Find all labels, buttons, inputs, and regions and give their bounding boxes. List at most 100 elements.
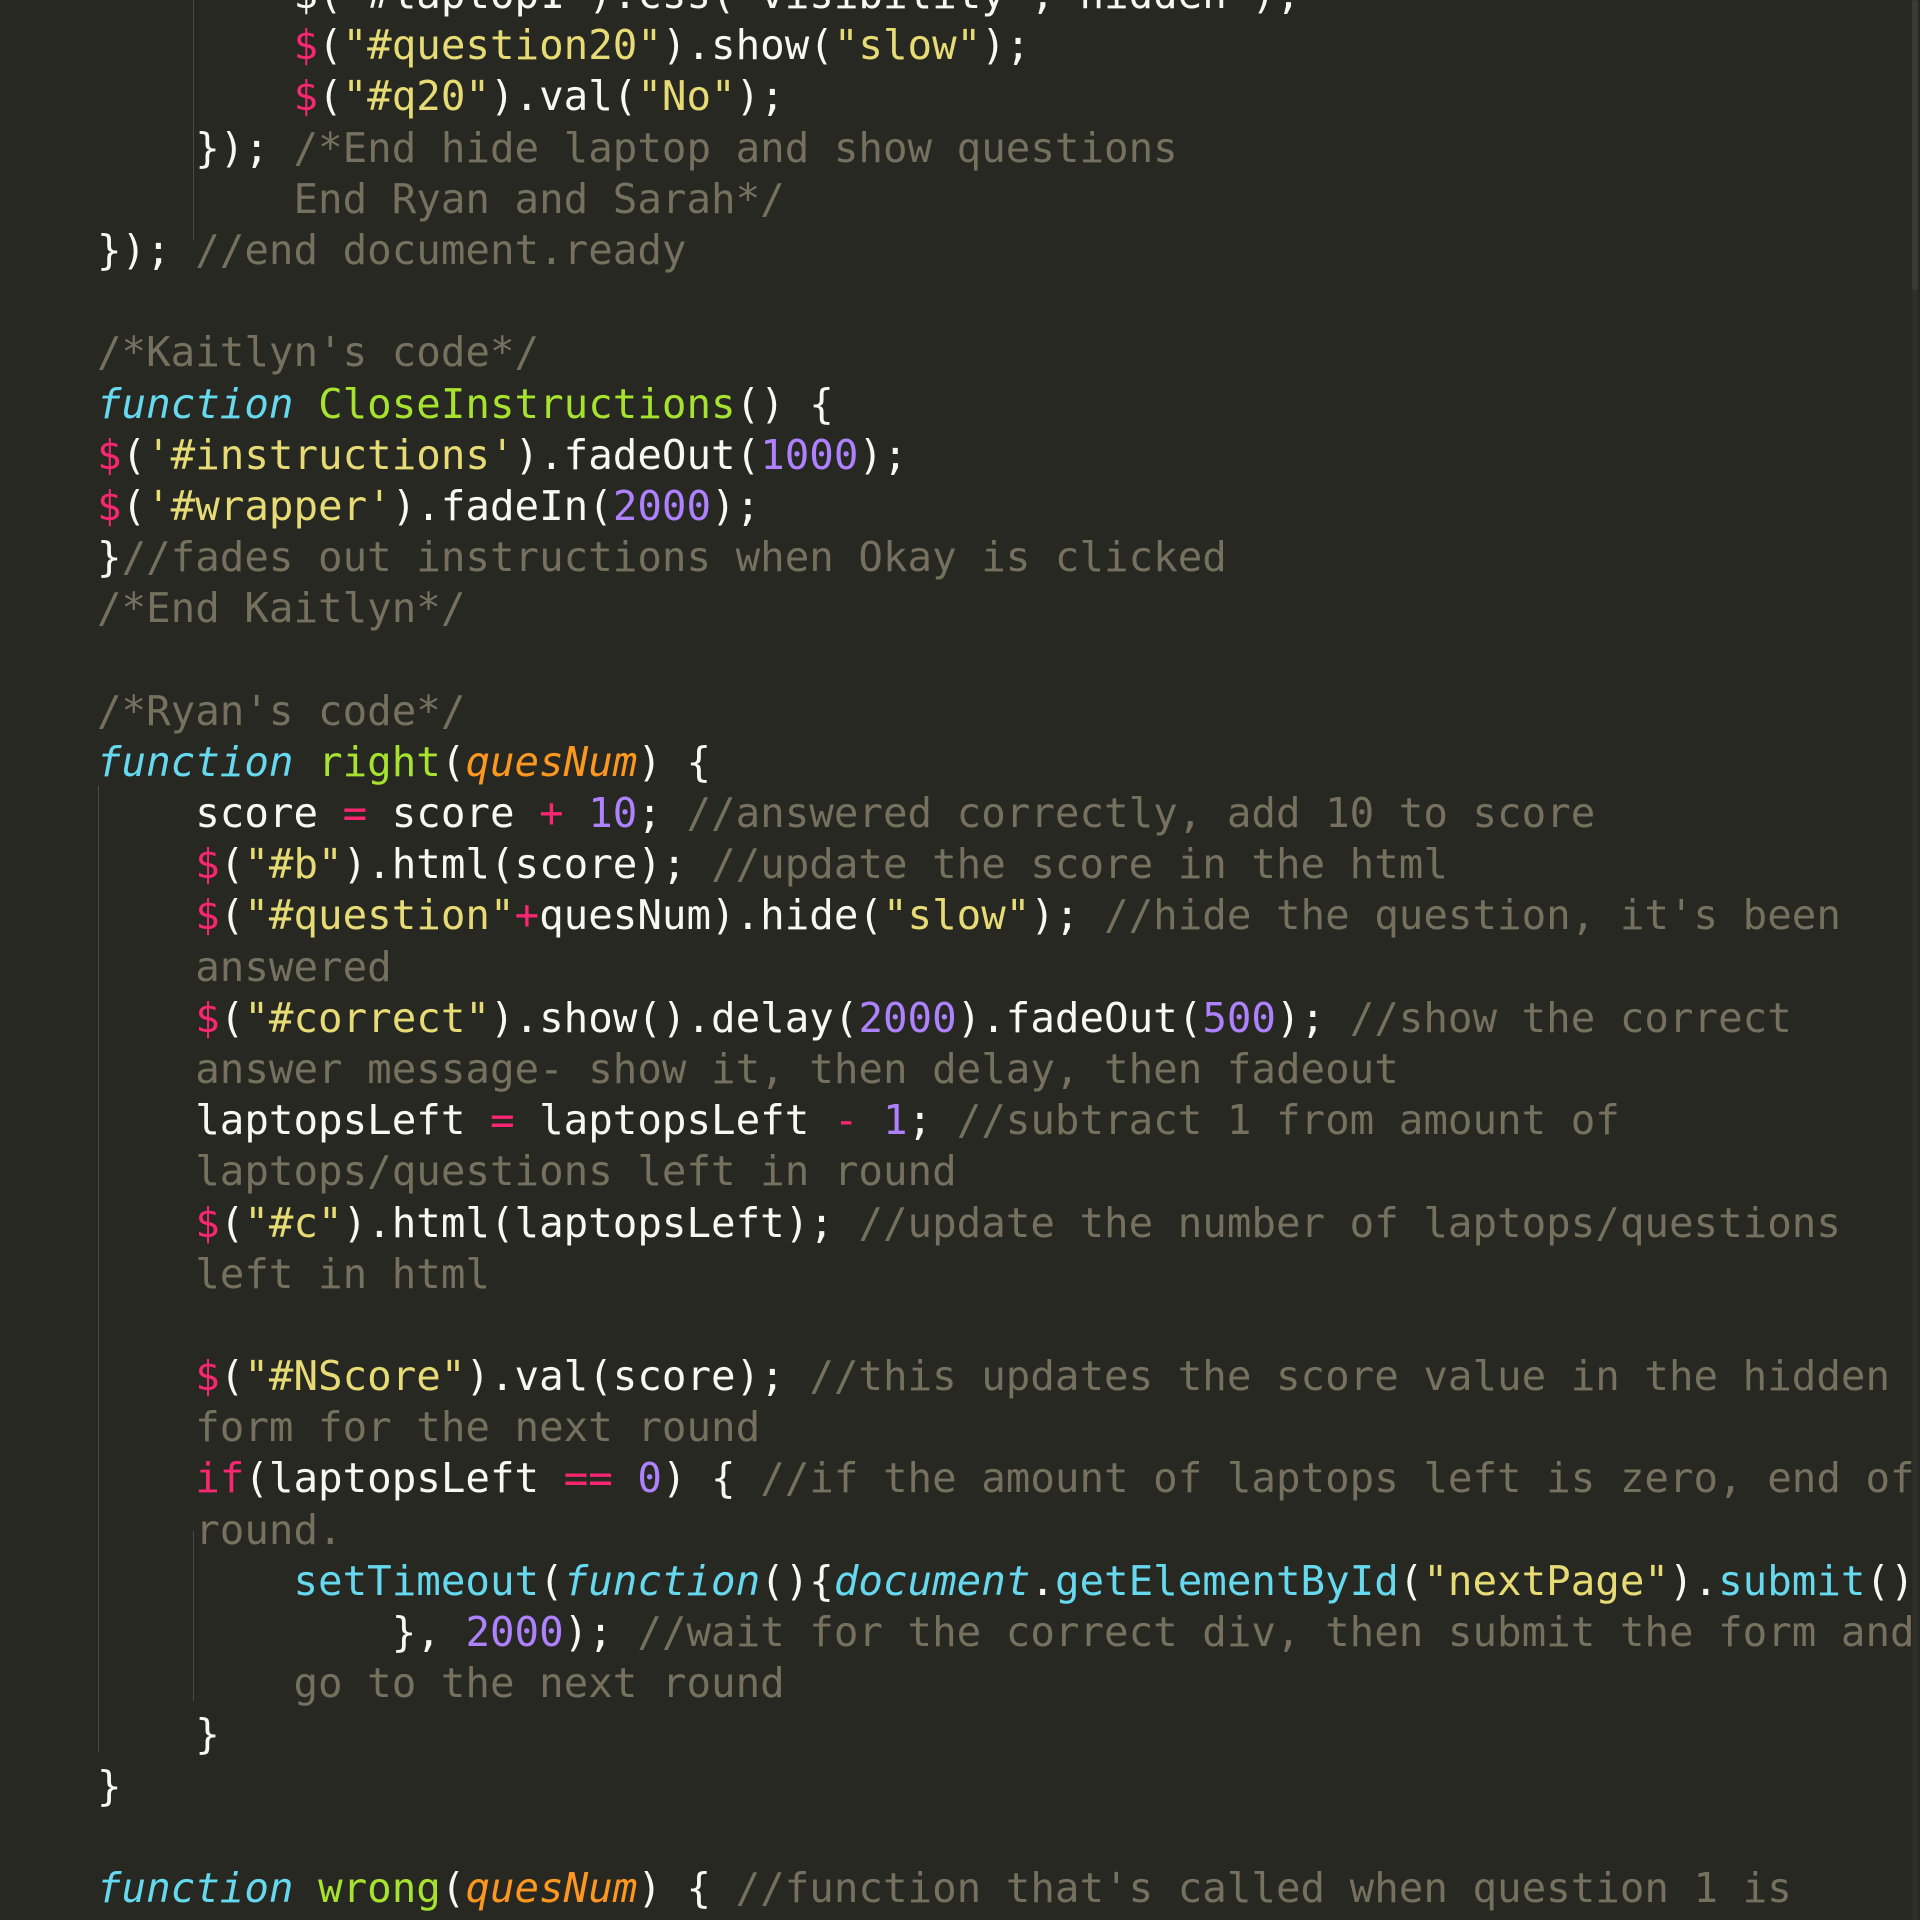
code-token: ( xyxy=(219,993,245,1042)
code-line[interactable]: }//fades out instructions when Okay is c… xyxy=(97,532,1920,583)
code-token: $("#laptop1").css("visibility","hidden")… xyxy=(97,0,1300,18)
builtin-token: submit xyxy=(1718,1556,1866,1605)
comment-token: laptops/questions left in round xyxy=(97,1147,957,1196)
code-text-area[interactable]: $("#laptop1").css("visibility","hidden")… xyxy=(97,0,1920,1920)
code-line[interactable] xyxy=(97,276,1920,327)
code-line[interactable]: if(laptopsLeft == 0) { //if the amount o… xyxy=(97,1453,1920,1504)
code-token: ( xyxy=(440,737,466,786)
code-token: ).html(laptopsLeft); xyxy=(342,1198,859,1247)
code-line[interactable]: } xyxy=(97,1761,1920,1812)
code-token: ( xyxy=(219,1198,245,1247)
code-line[interactable]: function CloseInstructions() { xyxy=(97,379,1920,430)
code-line[interactable]: left in html xyxy=(97,1249,1920,1300)
vertical-scrollbar[interactable] xyxy=(1912,0,1918,1920)
code-line[interactable]: } xyxy=(97,1709,1920,1760)
code-line[interactable]: $("#correct").show().delay(2000).fadeOut… xyxy=(97,993,1920,1044)
code-line[interactable]: score = score + 10; //answered correctly… xyxy=(97,788,1920,839)
code-line[interactable]: $("#b").html(score); //update the score … xyxy=(97,839,1920,890)
comment-token: round. xyxy=(97,1505,343,1554)
string-token: "#correct" xyxy=(244,993,490,1042)
function-name-token: CloseInstructions xyxy=(318,379,736,428)
code-token: (){ xyxy=(760,1556,834,1605)
builtin-token: getElementById xyxy=(1054,1556,1399,1605)
code-line[interactable]: $("#NScore").val(score); //this updates … xyxy=(97,1351,1920,1402)
storage-token: document xyxy=(833,1556,1031,1605)
code-token: } xyxy=(97,1710,220,1759)
code-line[interactable]: }); //end document.ready xyxy=(97,225,1920,276)
code-line[interactable]: /*Kaitlyn's code*/ xyxy=(97,327,1920,378)
code-line[interactable]: $("#c").html(laptopsLeft); //update the … xyxy=(97,1198,1920,1249)
code-token: ( xyxy=(219,891,245,940)
code-editor[interactable]: $("#laptop1").css("visibility","hidden")… xyxy=(0,0,1920,1920)
code-line[interactable]: End Ryan and Sarah*/ xyxy=(97,174,1920,225)
code-line[interactable]: /*Ryan's code*/ xyxy=(97,686,1920,737)
keyword-token: $ xyxy=(195,1198,220,1247)
code-line[interactable] xyxy=(97,1812,1920,1863)
code-token: ).fadeIn( xyxy=(391,481,613,530)
string-token: "#c" xyxy=(244,1198,343,1247)
code-line[interactable]: $("#q20").val("No"); xyxy=(97,71,1920,122)
code-line[interactable]: function right(quesNum) { xyxy=(97,737,1920,788)
code-token: ); xyxy=(858,430,908,479)
code-line[interactable] xyxy=(97,634,1920,685)
code-line[interactable]: function wrong(quesNum) { //function tha… xyxy=(97,1863,1920,1914)
string-token: "nextPage" xyxy=(1423,1556,1669,1605)
scrollbar-thumb[interactable] xyxy=(1912,0,1918,290)
string-token: '#instructions' xyxy=(146,430,515,479)
builtin-token: setTimeout xyxy=(293,1556,540,1605)
keyword-token: $ xyxy=(97,481,122,530)
code-token: ; xyxy=(637,789,687,837)
code-line[interactable]: }); /*End hide laptop and show questions xyxy=(97,123,1920,174)
keyword-token: $ xyxy=(195,1352,220,1401)
code-token: ).fadeOut( xyxy=(514,430,761,479)
code-line[interactable]: $("#laptop1").css("visibility","hidden")… xyxy=(97,0,1920,20)
code-line[interactable]: laptopsLeft = laptopsLeft - 1; //subtrac… xyxy=(97,1095,1920,1146)
code-token: ); xyxy=(1030,891,1105,940)
comment-token: //wait for the correct div, then submit … xyxy=(637,1608,1915,1656)
code-line[interactable]: answered xyxy=(97,942,1920,993)
code-token: ( xyxy=(219,1352,245,1401)
comment-token: form for the next round xyxy=(97,1403,761,1452)
comment-token: //if the amount of laptops left is zero,… xyxy=(760,1454,1915,1503)
code-line[interactable]: $("#question"+quesNum).hide("slow"); //h… xyxy=(97,890,1920,941)
keyword-token: $ xyxy=(293,72,319,121)
code-line[interactable]: $('#instructions').fadeOut(1000); xyxy=(97,430,1920,481)
code-line[interactable] xyxy=(97,1300,1920,1351)
code-line[interactable]: /*End Kaitlyn*/ xyxy=(97,583,1920,634)
code-line[interactable]: form for the next round xyxy=(97,1402,1920,1453)
comment-token: //update the score in the html xyxy=(711,840,1448,889)
comment-token: //end document.ready xyxy=(195,225,687,274)
string-token: "#NScore" xyxy=(244,1352,466,1401)
code-line[interactable]: }, 2000); //wait for the correct div, th… xyxy=(97,1607,1920,1658)
keyword-token: = xyxy=(342,789,368,837)
comment-token: left in html xyxy=(97,1249,490,1298)
code-line[interactable]: $("#question20").show("slow"); xyxy=(97,20,1920,71)
comment-token: answered xyxy=(97,942,392,991)
code-line[interactable]: laptops/questions left in round xyxy=(97,1146,1920,1197)
code-line[interactable]: answered wrong xyxy=(97,1914,1920,1920)
code-token: quesNum).hide( xyxy=(539,891,883,940)
code-token: ) { xyxy=(637,737,712,786)
number-token: 0 xyxy=(637,1454,662,1503)
comment-token: go to the next round xyxy=(97,1659,785,1708)
comment-token: //update the number of laptops/questions xyxy=(858,1198,1841,1247)
keyword-token: == xyxy=(563,1454,613,1503)
comment-token: answer message- show it, then delay, the… xyxy=(97,1044,1399,1093)
comment-token: /*End hide laptop and show questions xyxy=(293,123,1178,172)
code-line[interactable]: setTimeout(function(){document.getElemen… xyxy=(97,1556,1920,1607)
code-line[interactable]: $('#wrapper').fadeIn(2000); xyxy=(97,481,1920,532)
string-token: '#wrapper' xyxy=(146,481,392,530)
code-line[interactable]: answer message- show it, then delay, the… xyxy=(97,1044,1920,1095)
code-token: () { xyxy=(735,379,834,428)
code-line[interactable]: round. xyxy=(97,1505,1920,1556)
code-line[interactable]: go to the next round xyxy=(97,1658,1920,1709)
code-token: ).fadeOut( xyxy=(956,993,1203,1042)
string-token: "#q20" xyxy=(342,72,490,121)
